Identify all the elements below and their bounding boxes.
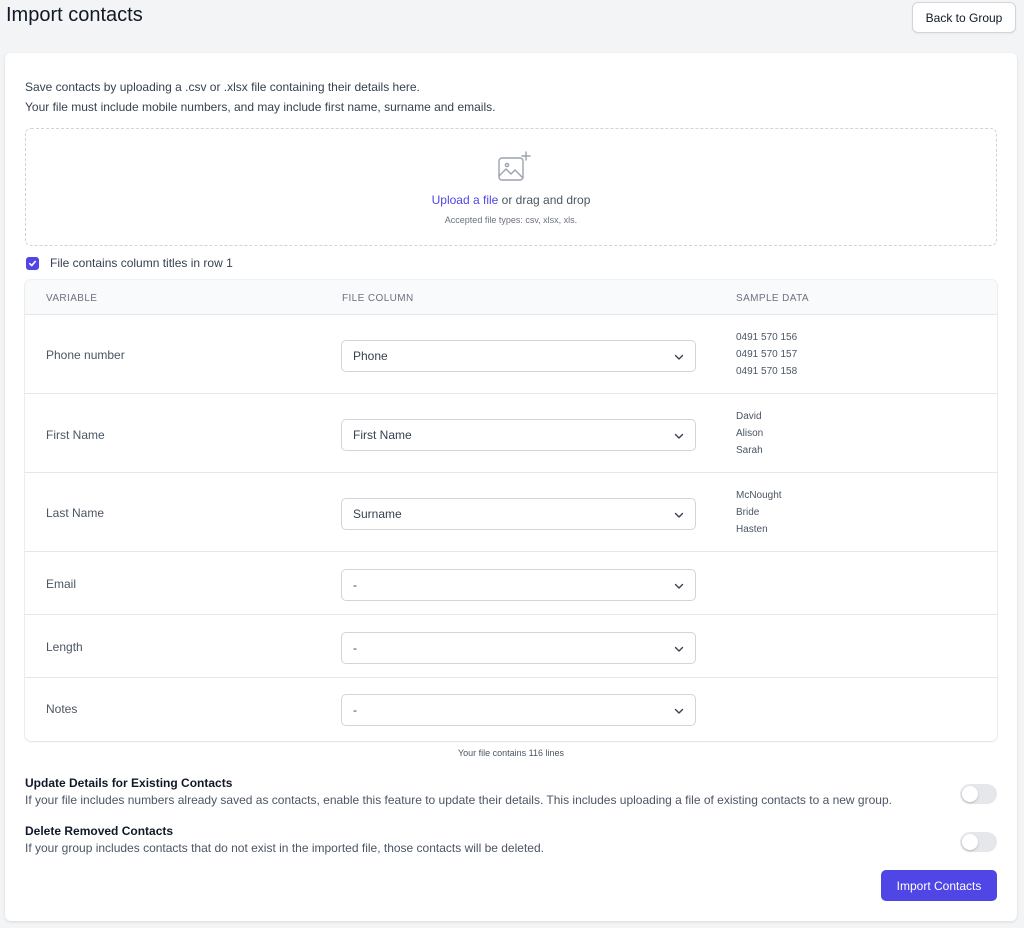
table-row: Email -	[25, 552, 997, 615]
chevron-down-icon	[674, 354, 684, 360]
sample-value: McNought	[736, 490, 782, 501]
variable-label: Email	[46, 577, 77, 591]
select-value: -	[353, 641, 357, 655]
sample-value: 0491 570 156	[736, 332, 798, 343]
intro-text: Save contacts by uploading a .csv or .xl…	[25, 77, 495, 117]
delete-removed-setting: Delete Removed Contacts If your group in…	[25, 824, 997, 855]
setting-title: Delete Removed Contacts	[25, 824, 174, 838]
column-titles-checkbox[interactable]	[26, 256, 39, 270]
column-titles-option: File contains column titles in row 1	[26, 256, 233, 270]
chevron-down-icon	[674, 646, 684, 652]
sample-data: McNought Bride Hasten	[736, 487, 782, 538]
import-card: Save contacts by uploading a .csv or .xl…	[5, 53, 1017, 921]
select-value: First Name	[353, 428, 412, 442]
table-header: VARIABLE FILE COLUMN SAMPLE DATA	[25, 280, 997, 315]
variable-label: Notes	[46, 702, 78, 716]
file-column-select[interactable]: Surname	[341, 498, 696, 530]
update-existing-toggle[interactable]	[960, 784, 997, 804]
update-existing-setting: Update Details for Existing Contacts If …	[25, 776, 997, 807]
setting-description: If your file includes numbers already sa…	[25, 793, 892, 807]
header-file-column: FILE COLUMN	[342, 293, 414, 304]
select-value: Phone	[353, 349, 388, 363]
delete-removed-toggle[interactable]	[960, 832, 997, 852]
import-contacts-button[interactable]: Import Contacts	[881, 870, 997, 901]
toggle-knob	[962, 786, 978, 802]
accepted-file-types: Accepted file types: csv, xlsx, xls.	[444, 215, 578, 225]
file-column-select[interactable]: Phone	[341, 340, 696, 372]
sample-value: Bride	[736, 507, 760, 518]
upload-file-link[interactable]: Upload a file	[432, 193, 499, 207]
file-column-select[interactable]: -	[341, 632, 696, 664]
image-plus-icon	[498, 151, 531, 181]
table-row: First Name First Name David Alison Sarah	[25, 394, 997, 473]
header-variable: VARIABLE	[46, 293, 98, 304]
sample-value: Hasten	[736, 524, 768, 535]
file-column-select[interactable]: First Name	[341, 419, 696, 451]
chevron-down-icon	[674, 512, 684, 518]
table-row: Phone number Phone 0491 570 156 0491 570…	[25, 315, 997, 394]
column-mapping-table: VARIABLE FILE COLUMN SAMPLE DATA Phone n…	[25, 280, 997, 741]
file-column-select[interactable]: -	[341, 694, 696, 726]
file-dropzone[interactable]: Upload a file or drag and drop Accepted …	[25, 128, 997, 246]
select-value: Surname	[353, 507, 402, 521]
chevron-down-icon	[674, 433, 684, 439]
select-value: -	[353, 703, 357, 717]
variable-label: Last Name	[46, 506, 105, 520]
chevron-down-icon	[674, 708, 684, 714]
sample-value: 0491 570 157	[736, 349, 798, 360]
select-value: -	[353, 578, 357, 592]
intro-line-1: Save contacts by uploading a .csv or .xl…	[25, 80, 420, 94]
sample-value: 0491 570 158	[736, 366, 798, 377]
sample-data: 0491 570 156 0491 570 157 0491 570 158	[736, 329, 797, 380]
page-title: Import contacts	[6, 4, 143, 26]
file-lines-count: Your file contains 116 lines	[457, 748, 565, 758]
variable-label: Phone number	[46, 348, 125, 362]
variable-label: First Name	[46, 428, 105, 442]
toggle-knob	[962, 834, 978, 850]
column-titles-label: File contains column titles in row 1	[50, 256, 233, 270]
file-column-select[interactable]: -	[341, 569, 696, 601]
drag-drop-text: or drag and drop	[498, 193, 591, 207]
setting-title: Update Details for Existing Contacts	[25, 776, 233, 790]
chevron-down-icon	[674, 583, 684, 589]
sample-value: Alison	[736, 428, 764, 439]
back-to-group-button[interactable]: Back to Group	[912, 2, 1016, 33]
variable-label: Length	[46, 640, 83, 654]
table-row: Notes -	[25, 678, 997, 741]
table-row: Length -	[25, 615, 997, 678]
header-sample-data: SAMPLE DATA	[736, 293, 809, 304]
table-row: Last Name Surname McNought Bride Hasten	[25, 473, 997, 552]
setting-description: If your group includes contacts that do …	[25, 841, 544, 855]
dropzone-instructions: Upload a file or drag and drop	[26, 193, 996, 207]
sample-value: David	[736, 411, 762, 422]
sample-value: Sarah	[736, 445, 763, 456]
intro-line-2: Your file must include mobile numbers, a…	[25, 100, 496, 114]
check-icon	[28, 260, 37, 266]
sample-data: David Alison Sarah	[736, 408, 763, 459]
